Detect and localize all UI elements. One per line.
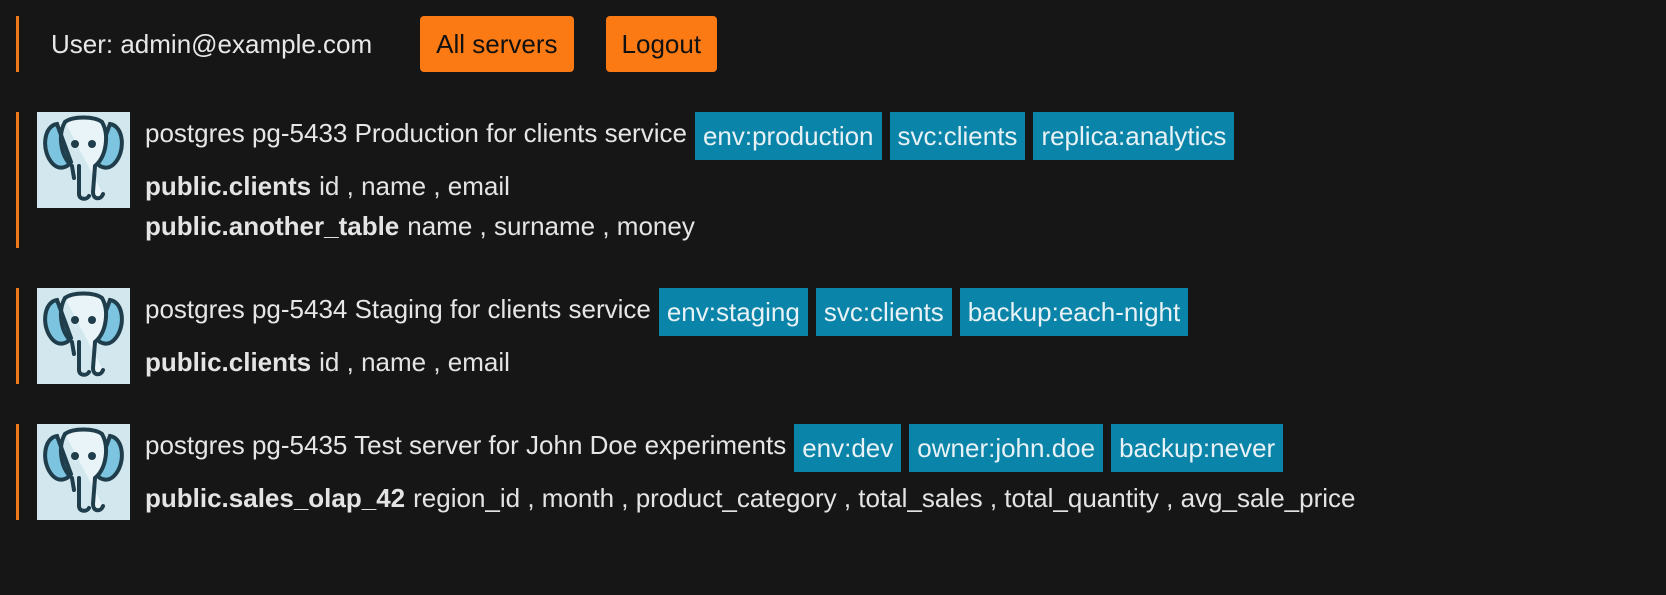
server-card: postgres pg-5433 Production for clients … <box>16 112 1235 248</box>
all-servers-button[interactable]: All servers <box>420 16 574 72</box>
server-content: postgres pg-5435 Test server for John Do… <box>145 424 1356 518</box>
table-row: public.clients id , name , email <box>145 342 1196 382</box>
server-title: postgres pg-5433 Production for clients … <box>145 118 687 148</box>
server-title: postgres pg-5434 Staging for clients ser… <box>145 294 651 324</box>
tag-chip[interactable]: backup:never <box>1111 424 1284 472</box>
table-name: public.clients <box>145 347 312 377</box>
tag-chip[interactable]: env:staging <box>658 288 808 336</box>
tag-chip[interactable]: env:production <box>694 112 882 160</box>
server-title-row: postgres pg-5435 Test server for John Do… <box>145 424 1356 472</box>
server-content: postgres pg-5433 Production for clients … <box>145 112 1242 246</box>
tag-chip[interactable]: backup:each-night <box>959 288 1189 336</box>
tag-chip[interactable]: owner:john.doe <box>909 424 1104 472</box>
top-bar: User: admin@example.com All servers Logo… <box>16 16 718 72</box>
table-name: public.another_table <box>145 211 400 241</box>
server-content: postgres pg-5434 Staging for clients ser… <box>145 288 1196 382</box>
table-list: public.clients id , name , email <box>145 342 1196 382</box>
tag-chip[interactable]: env:dev <box>794 424 902 472</box>
server-title-row: postgres pg-5433 Production for clients … <box>145 112 1242 160</box>
server-card: postgres pg-5435 Test server for John Do… <box>16 424 1356 520</box>
table-name: public.clients <box>145 171 312 201</box>
table-name: public.sales_olap_42 <box>145 483 406 513</box>
table-list: public.sales_olap_42 region_id , month , … <box>145 478 1356 518</box>
table-list: public.clients id , name , email public.a… <box>145 166 1242 246</box>
server-title: postgres pg-5435 Test server for John Do… <box>145 430 787 460</box>
table-columns: id , name , email <box>319 347 510 377</box>
table-columns: region_id , month , product_category , t… <box>413 483 1356 513</box>
table-columns: name , surname , money <box>407 211 695 241</box>
postgres-elephant-icon <box>37 288 130 384</box>
server-title-row: postgres pg-5434 Staging for clients ser… <box>145 288 1196 336</box>
table-row: public.another_table name , surname , mon… <box>145 206 1242 246</box>
tag-chip[interactable]: svc:clients <box>815 288 952 336</box>
table-columns: id , name , email <box>319 171 510 201</box>
tag-chip[interactable]: svc:clients <box>889 112 1026 160</box>
postgres-elephant-icon <box>37 112 130 208</box>
postgres-elephant-icon <box>37 424 130 520</box>
tag-chip[interactable]: replica:analytics <box>1033 112 1235 160</box>
logout-button[interactable]: Logout <box>605 16 718 72</box>
server-card: postgres pg-5434 Staging for clients ser… <box>16 288 1189 384</box>
table-row: public.sales_olap_42 region_id , month , … <box>145 478 1356 518</box>
user-label: User: admin@example.com <box>51 28 373 59</box>
table-row: public.clients id , name , email <box>145 166 1242 206</box>
